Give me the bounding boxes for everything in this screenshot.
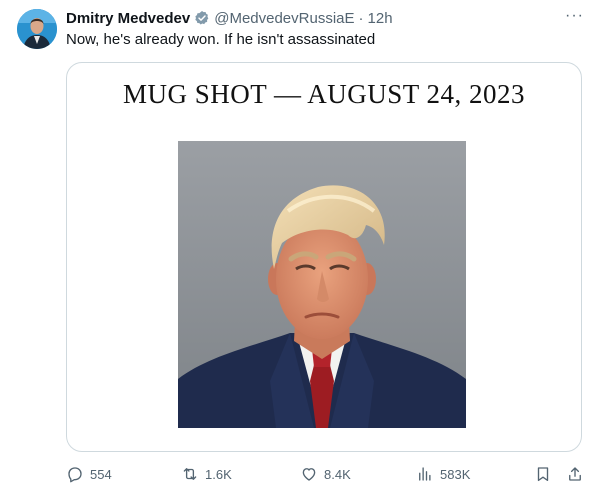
media-title: MUG SHOT — AUGUST 24, 2023 bbox=[122, 79, 526, 109]
reply-icon bbox=[66, 465, 84, 483]
views-count: 583K bbox=[440, 466, 471, 482]
avatar[interactable] bbox=[17, 9, 57, 49]
views-button[interactable]: 583K bbox=[416, 465, 470, 483]
author-name[interactable]: Dmitry Medvedev bbox=[66, 10, 190, 27]
tweet-text: Now, he's already won. If he isn't assas… bbox=[66, 31, 376, 48]
reply-count: 554 bbox=[90, 466, 112, 482]
author-handle[interactable]: @MedvedevRussiaE bbox=[214, 10, 354, 27]
mugshot-photo[interactable] bbox=[178, 141, 466, 428]
retweet-icon bbox=[181, 465, 199, 483]
like-count: 8.4K bbox=[324, 466, 351, 482]
reply-button[interactable]: 554 bbox=[66, 465, 112, 483]
bookmark-button[interactable] bbox=[534, 465, 552, 483]
tweet-timestamp[interactable]: 12h bbox=[368, 10, 393, 27]
tweet-header: Dmitry Medvedev @MedvedevRussiaE · 12h bbox=[66, 8, 579, 28]
more-icon[interactable]: ··· bbox=[565, 8, 584, 24]
retweet-count: 1.6K bbox=[205, 466, 232, 482]
bookmark-icon bbox=[534, 465, 552, 483]
media-card[interactable]: MUG SHOT — AUGUST 24, 2023 bbox=[66, 62, 582, 452]
share-button[interactable] bbox=[566, 465, 584, 483]
share-icon bbox=[566, 465, 584, 483]
separator-dot: · bbox=[358, 9, 364, 27]
verified-badge-icon bbox=[194, 10, 210, 26]
action-bar: 554 1.6K 8.4K 583K bbox=[66, 462, 581, 486]
retweet-button[interactable]: 1.6K bbox=[181, 465, 232, 483]
like-icon bbox=[300, 465, 318, 483]
views-icon bbox=[416, 465, 434, 483]
like-button[interactable]: 8.4K bbox=[300, 465, 351, 483]
